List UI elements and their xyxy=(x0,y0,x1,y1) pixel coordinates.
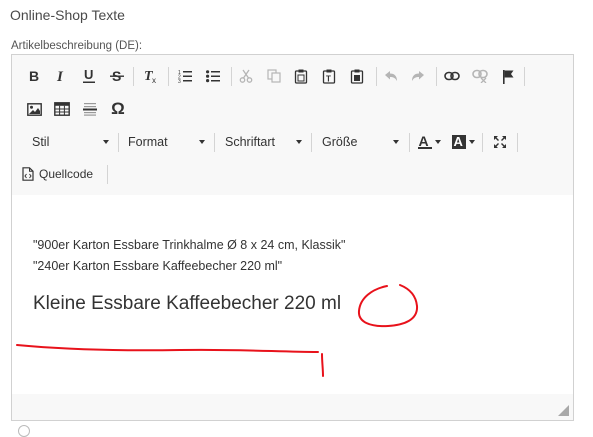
toolbar-separator xyxy=(409,133,410,152)
copy-icon xyxy=(267,69,281,83)
bullet-list-icon xyxy=(206,70,220,83)
toolbar-separator xyxy=(482,133,483,152)
toolbar-separator xyxy=(118,133,119,152)
remove-format-button[interactable]: Tx xyxy=(139,63,163,89)
horizontal-line-button[interactable] xyxy=(78,96,102,122)
svg-text:U: U xyxy=(84,68,93,82)
undo-icon xyxy=(385,71,397,81)
toolbar-separator xyxy=(517,133,518,152)
source-code-label: Quellcode xyxy=(39,167,94,181)
font-size-combo-label: Größe xyxy=(322,135,358,149)
anchor-button[interactable] xyxy=(496,63,520,89)
cut-button[interactable] xyxy=(234,63,258,89)
unlink-button[interactable] xyxy=(468,63,492,89)
chevron-down-icon xyxy=(296,140,302,144)
chevron-down-icon xyxy=(434,140,441,144)
toolbar-separator xyxy=(311,133,312,152)
numbered-list-button[interactable]: 123 xyxy=(173,63,197,89)
clipboard-icon xyxy=(294,69,308,84)
scissors-icon xyxy=(239,69,253,83)
horizontal-line-icon xyxy=(83,103,97,116)
paste-word-button[interactable] xyxy=(345,63,369,89)
italic-button[interactable]: I xyxy=(49,63,73,89)
unlink-icon xyxy=(472,69,488,83)
svg-text:B: B xyxy=(29,69,39,83)
source-code-button[interactable]: Quellcode xyxy=(22,161,93,187)
toolbar-row-1: B I U S Tx 123 T xyxy=(12,63,573,89)
flag-icon xyxy=(503,69,514,84)
editor-statusbar xyxy=(12,394,573,420)
underline-button[interactable]: U xyxy=(77,63,101,89)
table-icon xyxy=(54,102,70,116)
editor-content[interactable]: "900er Karton Essbare Trinkhalme Ø 8 x 2… xyxy=(12,195,573,393)
format-combo[interactable]: Format xyxy=(122,129,212,155)
text-color-icon: A xyxy=(417,133,432,150)
toolbar-separator xyxy=(436,67,437,86)
chevron-down-icon xyxy=(103,140,109,144)
toolbar-separator xyxy=(133,67,134,86)
content-line: "240er Karton Essbare Kaffeebecher 220 m… xyxy=(33,259,283,273)
toolbar-separator xyxy=(231,67,232,86)
maximize-icon xyxy=(494,136,506,148)
bullet-list-button[interactable] xyxy=(201,63,225,89)
bold-button[interactable]: B xyxy=(22,63,46,89)
paste-button[interactable] xyxy=(289,63,313,89)
field-label: Artikelbeschreibung (DE): xyxy=(11,40,143,52)
underline-icon: U xyxy=(83,68,95,83)
chevron-down-icon xyxy=(393,140,399,144)
link-button[interactable] xyxy=(440,63,464,89)
help-icon[interactable] xyxy=(18,425,30,437)
toolbar-row-4: Quellcode xyxy=(12,161,573,187)
special-char-button[interactable]: Ω xyxy=(106,96,130,122)
maximize-button[interactable] xyxy=(488,129,512,155)
undo-button[interactable] xyxy=(379,63,403,89)
svg-text:x: x xyxy=(152,76,156,84)
redo-icon xyxy=(412,71,424,81)
source-file-icon xyxy=(22,167,34,181)
paste-word-icon xyxy=(350,69,364,84)
font-combo-label: Schriftart xyxy=(225,135,276,149)
image-icon xyxy=(26,102,42,116)
numbered-list-icon: 123 xyxy=(178,70,192,83)
background-color-icon: A xyxy=(451,134,466,149)
background-color-button[interactable]: A xyxy=(448,129,478,155)
section-title: Online-Shop Texte xyxy=(10,7,125,23)
table-button[interactable] xyxy=(50,96,74,122)
toolbar-separator xyxy=(214,133,215,152)
content-heading: Kleine Essbare Kaffeebecher 220 ml xyxy=(33,293,342,314)
rich-text-editor: B I U S Tx 123 T Ω Stil Format Schriftar… xyxy=(11,54,574,421)
toolbar-separator xyxy=(168,67,169,86)
resize-grip-icon[interactable] xyxy=(558,405,569,416)
omega-icon: Ω xyxy=(111,99,125,118)
svg-text:3: 3 xyxy=(178,79,181,83)
svg-text:I: I xyxy=(56,69,64,83)
content-line: "900er Karton Essbare Trinkhalme Ø 8 x 2… xyxy=(33,238,346,252)
italic-icon: I xyxy=(56,69,64,83)
editor-toolbar: B I U S Tx 123 T Ω Stil Format Schriftar… xyxy=(12,55,573,195)
bold-icon: B xyxy=(29,69,39,83)
toolbar-row-3: Stil Format Schriftart Größe A A xyxy=(12,129,573,155)
svg-text:T: T xyxy=(326,74,331,83)
chevron-down-icon xyxy=(199,140,205,144)
copy-button[interactable] xyxy=(262,63,286,89)
remove-format-icon: Tx xyxy=(144,69,156,84)
toolbar-separator xyxy=(524,67,525,86)
image-button[interactable] xyxy=(22,96,46,122)
link-icon xyxy=(444,71,460,81)
redo-button[interactable] xyxy=(406,63,430,89)
toolbar-row-2: Ω xyxy=(12,96,573,122)
chevron-down-icon xyxy=(468,140,475,144)
paste-text-icon: T xyxy=(322,69,336,84)
strikethrough-button[interactable]: S xyxy=(105,63,129,89)
style-combo[interactable]: Stil xyxy=(26,129,116,155)
text-color-button[interactable]: A xyxy=(414,129,444,155)
font-combo[interactable]: Schriftart xyxy=(219,129,309,155)
toolbar-separator xyxy=(107,165,108,184)
toolbar-separator xyxy=(376,67,377,86)
format-combo-label: Format xyxy=(128,135,168,149)
font-size-combo[interactable]: Größe xyxy=(316,129,406,155)
style-combo-label: Stil xyxy=(32,135,50,149)
strikethrough-icon: S xyxy=(110,69,124,83)
paste-text-button[interactable]: T xyxy=(317,63,341,89)
